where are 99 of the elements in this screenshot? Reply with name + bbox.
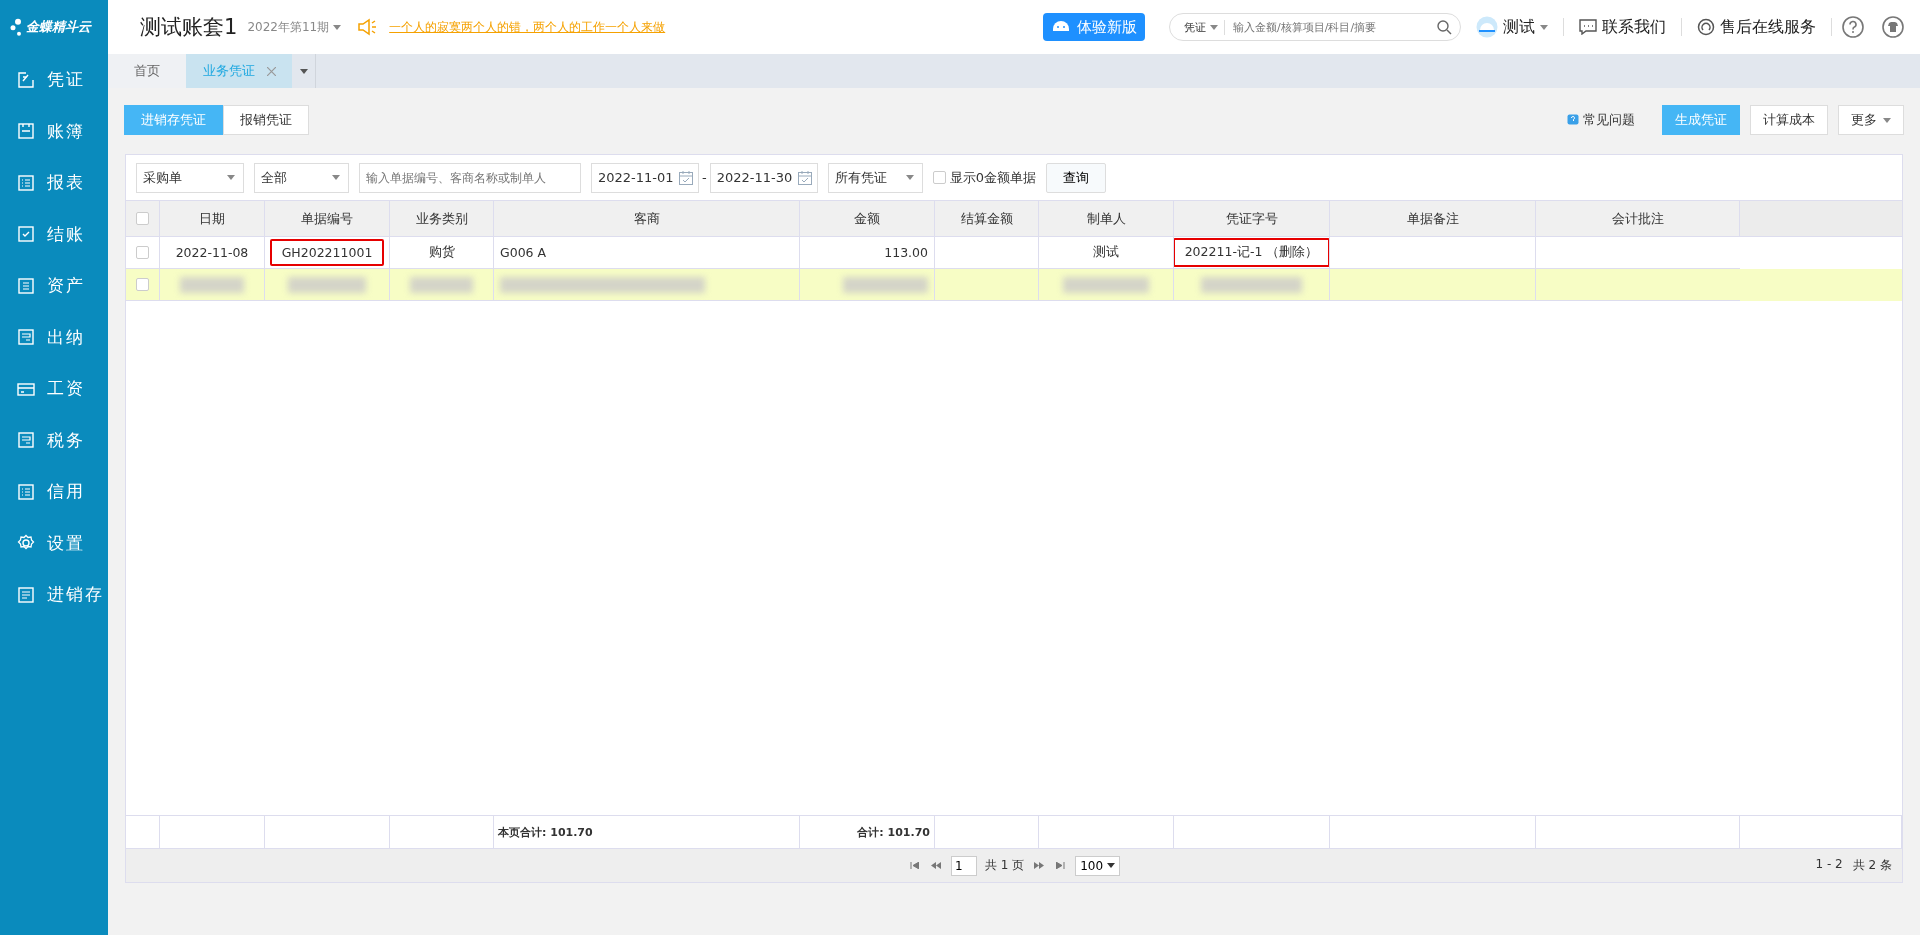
caret-icon (227, 175, 235, 180)
forward-icon (1034, 861, 1045, 869)
sidebar-item[interactable]: 结账 (0, 208, 108, 260)
select-all-checkbox[interactable] (136, 212, 149, 225)
column-header: 客商 (633, 209, 660, 228)
caret-icon (905, 175, 914, 180)
caret-icon (1883, 117, 1891, 123)
table-cell: 2022-11-08 (175, 245, 249, 260)
sidebar-item[interactable]: 出纳 (0, 311, 108, 363)
checkbox[interactable] (932, 171, 946, 184)
faq-link[interactable]: 常见问题 (1567, 111, 1635, 129)
sidebar-item[interactable]: 凭证 (0, 54, 108, 106)
query-button[interactable]: 查询 (1046, 162, 1106, 193)
caret-icon (1540, 24, 1548, 30)
next-page-button[interactable] (1032, 860, 1047, 871)
document-icon (17, 328, 35, 347)
sidebar-item[interactable]: 信用 (0, 466, 108, 518)
period-selector[interactable]: 2022年第11期 (247, 18, 342, 36)
more-dropdown[interactable]: 更多 (1838, 105, 1904, 135)
doc-type-dropdown[interactable]: 采购单 (136, 162, 244, 193)
row-checkbox[interactable] (136, 246, 149, 259)
blurred-text (179, 276, 245, 293)
rewind-icon (930, 861, 941, 869)
table-cell: 113.00 (884, 245, 928, 260)
voucher-type-tab[interactable]: 报销凭证 (223, 105, 309, 135)
caret-icon (1107, 863, 1116, 868)
last-page-button[interactable] (1054, 860, 1068, 871)
list-icon (17, 482, 35, 501)
grand-total: 合计: 101.70 (857, 824, 930, 840)
date-separator: - (702, 170, 707, 185)
column-header: 单据编号 (301, 209, 353, 228)
logo-text: 金蝶精斗云 (26, 18, 91, 36)
caret-icon (333, 24, 342, 30)
date-field[interactable]: 2022-11-01 (591, 162, 699, 193)
close-icon[interactable] (266, 66, 276, 76)
column-header: 结算金额 (960, 209, 1013, 228)
date-field[interactable]: 2022-11-30 (709, 162, 818, 193)
prev-page-button[interactable] (928, 860, 943, 871)
column-header: 金额 (854, 209, 880, 228)
document-icon (17, 585, 35, 604)
show-zero-checkbox[interactable]: 显示0金额单据 (932, 168, 1036, 187)
document-icon (17, 431, 35, 450)
sidebar-item[interactable]: 设置 (0, 517, 108, 569)
column-header: 日期 (199, 209, 225, 228)
logo-icon (10, 17, 22, 37)
help-icon[interactable] (1842, 16, 1864, 38)
page-count: 共 1 页 (984, 857, 1025, 874)
first-page-icon (909, 861, 919, 869)
category-dropdown[interactable]: 全部 (254, 162, 349, 193)
page-tab[interactable]: 首页 (108, 54, 186, 88)
account-title: 测试账套1 (140, 14, 238, 41)
sidebar-item[interactable]: 账簿 (0, 105, 108, 157)
column-header: 制单人 (1086, 209, 1126, 228)
sidebar-item[interactable]: 工资 (0, 363, 108, 415)
caret-icon (1210, 24, 1218, 30)
record-total: 共 2 条 (1852, 857, 1892, 874)
column-header: 会计批注 (1611, 209, 1664, 228)
contact-link[interactable]: 联系我们 (1574, 16, 1671, 38)
column-header: 业务类别 (415, 209, 468, 228)
table-cell: 购货 (428, 244, 455, 261)
service-link[interactable]: 售后在线服务 (1692, 16, 1821, 38)
headset-icon (1697, 18, 1715, 36)
table-cell: GH202211001 (269, 239, 385, 266)
page-size-dropdown[interactable]: 100 (1075, 855, 1121, 876)
sidebar-item[interactable]: 报表 (0, 157, 108, 209)
calendar-icon[interactable] (678, 169, 694, 186)
avatar-icon (1476, 16, 1498, 38)
book-icon (17, 122, 35, 141)
caret-icon (299, 68, 308, 74)
checkbox-icon (17, 225, 35, 244)
search-icon[interactable] (1437, 19, 1452, 35)
blurred-text (409, 276, 474, 293)
first-page-button[interactable] (907, 860, 921, 871)
chat-icon (1579, 19, 1597, 35)
sidebar-item[interactable]: 进销存 (0, 569, 108, 621)
keyword-field[interactable]: 输入单据编号、客商名称或制单人 (359, 162, 581, 193)
document-icon (17, 276, 35, 295)
sidebar-item[interactable]: 税务 (0, 414, 108, 466)
search-scope-dropdown[interactable]: 凭证 (1184, 19, 1225, 35)
record-range: 1 - 2 (1815, 857, 1843, 873)
table-cell: 202211-记-1 （删除） (1174, 238, 1329, 267)
table-cell: 测试 (1093, 244, 1119, 261)
row-checkbox[interactable] (136, 278, 149, 291)
page-total: 本页合计: 101.70 (498, 824, 593, 840)
table-cell: G006 A (500, 245, 547, 260)
sidebar-item[interactable]: 资产 (0, 260, 108, 312)
last-page-icon (1056, 861, 1066, 869)
column-header: 凭证字号 (1225, 209, 1278, 228)
calculate-cost-button[interactable]: 计算成本 (1750, 105, 1828, 135)
column-header: 单据备注 (1406, 209, 1459, 228)
shirt-icon[interactable] (1882, 16, 1904, 38)
calendar-icon[interactable] (796, 169, 813, 186)
page-input[interactable]: 1 (950, 855, 977, 876)
list-icon (17, 173, 35, 192)
voucher-filter-dropdown[interactable]: 所有凭证 (827, 162, 923, 193)
edit-icon (17, 70, 35, 89)
user-menu[interactable]: 测试 (1471, 16, 1553, 38)
question-icon (1567, 114, 1579, 126)
caret-icon (332, 175, 340, 180)
